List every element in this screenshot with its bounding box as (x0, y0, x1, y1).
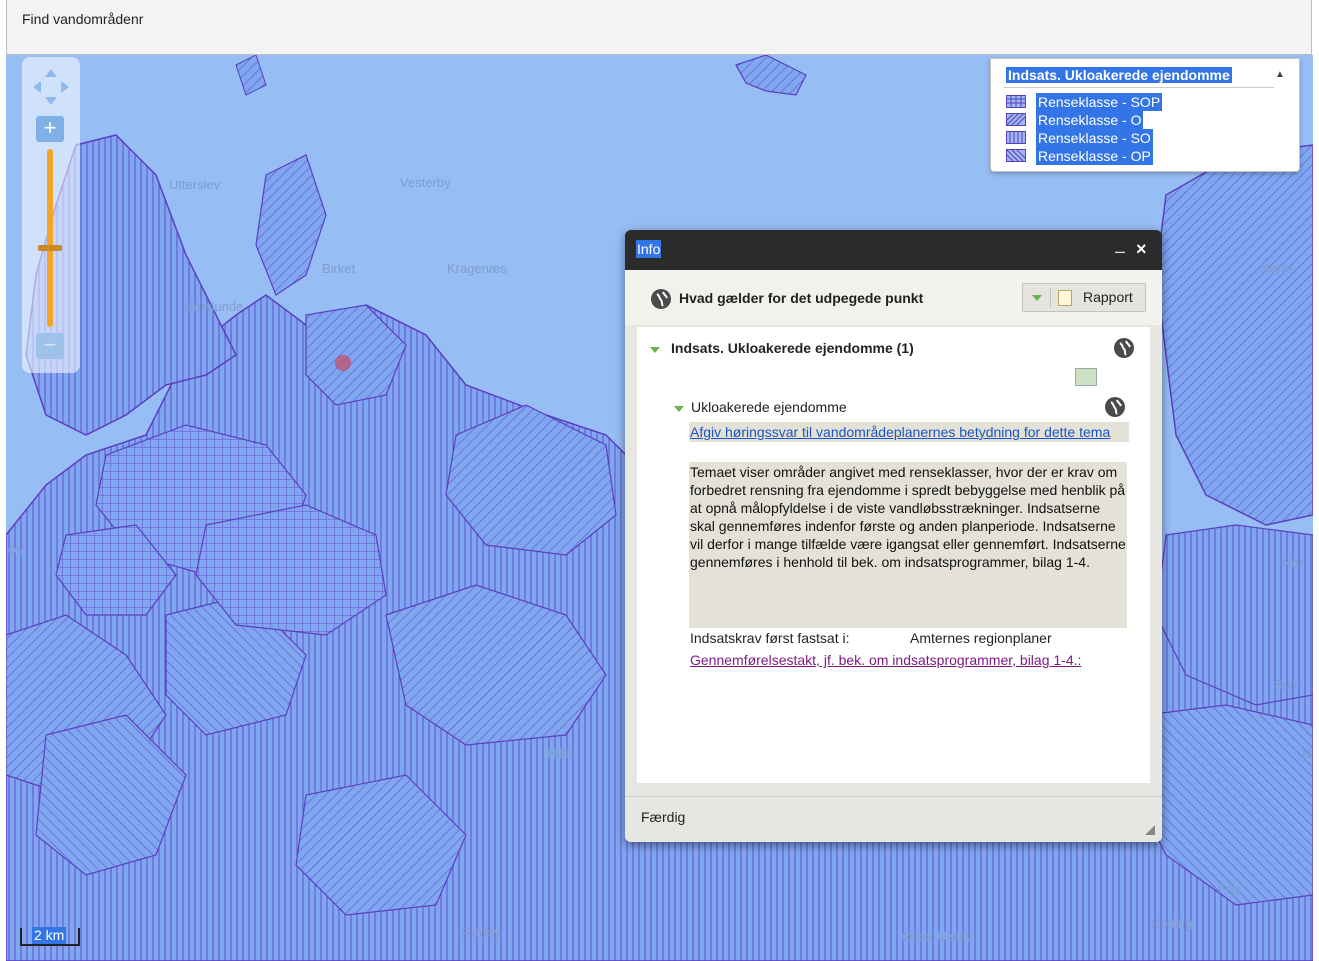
legend-divider (1004, 87, 1274, 88)
implementation-schedule-link[interactable]: Gennemførelsestakt, jf. bek. om indsatsp… (690, 651, 1110, 669)
expand-toggle-icon[interactable] (650, 347, 660, 353)
expand-toggle-icon[interactable] (674, 406, 684, 412)
requirement-first-set-label: Indsatskrav først fastsat i: (690, 630, 850, 646)
button-separator (1050, 288, 1051, 308)
place-oster-ulslev: Øster Ulslev (902, 929, 973, 944)
info-content: Indsats. Ukloakerede ejendomme (1) Ukloa… (637, 327, 1150, 783)
pan-arrows-icon (33, 69, 69, 105)
globe-icon[interactable] (1114, 338, 1134, 358)
selected-point-marker[interactable] (335, 355, 351, 371)
map-legend: Indsats. Ukloakerede ejendomme ▲ Rensekl… (990, 58, 1300, 172)
legend-label: Renseklasse - SO (1036, 129, 1153, 147)
info-heading: Hvad gælder for det udpegede punkt (679, 290, 924, 306)
place-hille: Hille (547, 746, 573, 761)
zoom-in-button[interactable]: + (36, 116, 64, 142)
zoom-control: + − (22, 57, 80, 373)
place-norre: Nørre (1260, 261, 1294, 276)
find-water-area-label[interactable]: Find vandområdenr (22, 11, 143, 27)
resize-grip-icon[interactable] (1145, 825, 1155, 835)
place-frej: Frej (1218, 881, 1241, 896)
place-sun: Sun (1274, 677, 1298, 692)
place-horslunde: Horslunde (184, 299, 244, 314)
place-kragenaes: Kragenæs (447, 261, 507, 276)
layer-heading[interactable]: Indsats. Ukloakerede ejendomme (1) (671, 340, 914, 356)
legend-label: Renseklasse - OP (1036, 147, 1153, 165)
vertical-pattern-icon (1006, 131, 1026, 144)
report-document-icon (1058, 290, 1072, 306)
diagonal-left-pattern-icon (1006, 149, 1026, 162)
close-icon[interactable]: × (1136, 240, 1147, 258)
info-dialog: Info – × Hvad gælder for det udpegede pu… (625, 230, 1162, 842)
globe-icon[interactable] (1105, 397, 1125, 417)
zoom-out-button[interactable]: − (36, 333, 64, 359)
zoom-to-map-icon[interactable] (1075, 368, 1097, 386)
place-ketting: Ketting (1152, 916, 1193, 931)
info-toolbar: Hvad gælder for det udpegede punkt Rappo… (625, 270, 1162, 325)
pan-control[interactable] (31, 67, 71, 107)
legend-label: Renseklasse - SOP (1036, 93, 1163, 111)
place-utterslev: Utterslev (169, 177, 221, 192)
requirement-first-set-value: Amternes regionplaner (910, 630, 1052, 646)
status-text: Færdig (641, 809, 686, 825)
zoom-slider-thumb[interactable] (38, 245, 62, 251)
dropdown-arrow-icon[interactable] (1032, 295, 1042, 301)
zoom-slider-track[interactable] (47, 149, 53, 327)
place-ov: ov (8, 541, 24, 558)
hearing-response-link[interactable]: Afgiv høringssvar til vandområdeplanerne… (689, 422, 1129, 442)
place-nor: Nor (1282, 555, 1303, 570)
report-button[interactable]: Rapport (1022, 283, 1146, 312)
grid-pattern-icon (1006, 95, 1026, 108)
diagonal-pattern-icon (1006, 113, 1026, 126)
info-dialog-footer: Færdig (625, 796, 1162, 842)
legend-title: Indsats. Ukloakerede ejendomme (1006, 67, 1232, 83)
scale-bar: 2 km (20, 927, 80, 946)
legend-label: Renseklasse - O (1036, 111, 1144, 129)
info-dialog-title: Info (636, 240, 662, 258)
sublayer-heading[interactable]: Ukloakerede ejendomme (691, 399, 847, 415)
scale-label: 2 km (32, 927, 67, 944)
place-rodby: Rødby (462, 925, 501, 940)
right-edge (1313, 0, 1319, 961)
globe-icon[interactable] (651, 289, 671, 309)
report-button-label: Rapport (1083, 289, 1133, 305)
info-dialog-header[interactable]: Info – × (625, 230, 1162, 270)
theme-description: Temaet viser områder angivet med rensekl… (689, 462, 1127, 628)
place-vesterby: Vesterby (400, 175, 451, 190)
place-n: N (1302, 747, 1312, 762)
legend-scroll-up-icon[interactable]: ▲ (1275, 69, 1285, 80)
minimize-icon[interactable]: – (1115, 242, 1125, 260)
search-bar: Find vandområdenr (6, 0, 1312, 55)
place-birket: Birket (322, 261, 356, 276)
